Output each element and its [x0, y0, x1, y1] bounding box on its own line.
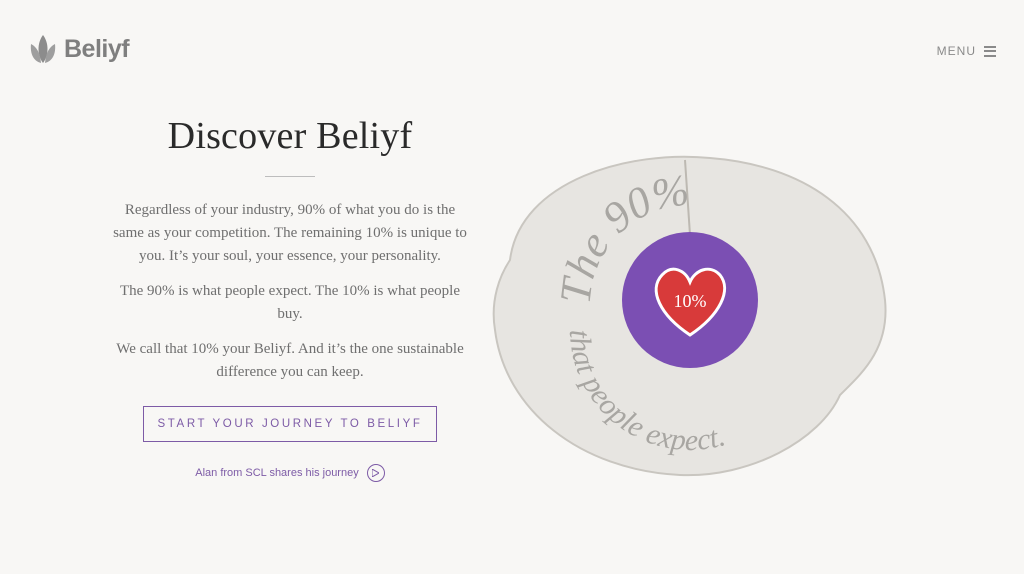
brand-name: Beliyf [64, 34, 130, 63]
journey-video-link[interactable]: Alan from SCL shares his journey [195, 464, 385, 482]
menu-button[interactable]: MENU [937, 44, 996, 58]
page-title: Discover Beliyf [167, 115, 413, 157]
hamburger-icon [984, 45, 996, 57]
intro-paragraph-2: The 90% is what people expect. The 10% i… [119, 283, 461, 322]
start-journey-button[interactable]: START YOUR JOURNEY TO BELIYF [142, 406, 438, 442]
play-circle-icon[interactable] [366, 464, 385, 482]
menu-label: MENU [936, 44, 976, 58]
brand-logo[interactable]: Beliyf [28, 33, 130, 65]
journey-link-label: Alan from SCL shares his journey [195, 467, 359, 479]
center-label: 10% [674, 291, 707, 311]
wood-slice-image: The 90% that people expect. 10% [492, 155, 887, 477]
intro-paragraph-3: We call that 10% your Beliyf. And it’s t… [116, 341, 464, 380]
intro-section: Discover Beliyf Regardless of your indus… [110, 114, 470, 482]
intro-paragraph-1: Regardless of your industry, 90% of what… [113, 202, 467, 264]
leaf-logo-icon [30, 35, 56, 63]
title-divider [265, 176, 315, 177]
